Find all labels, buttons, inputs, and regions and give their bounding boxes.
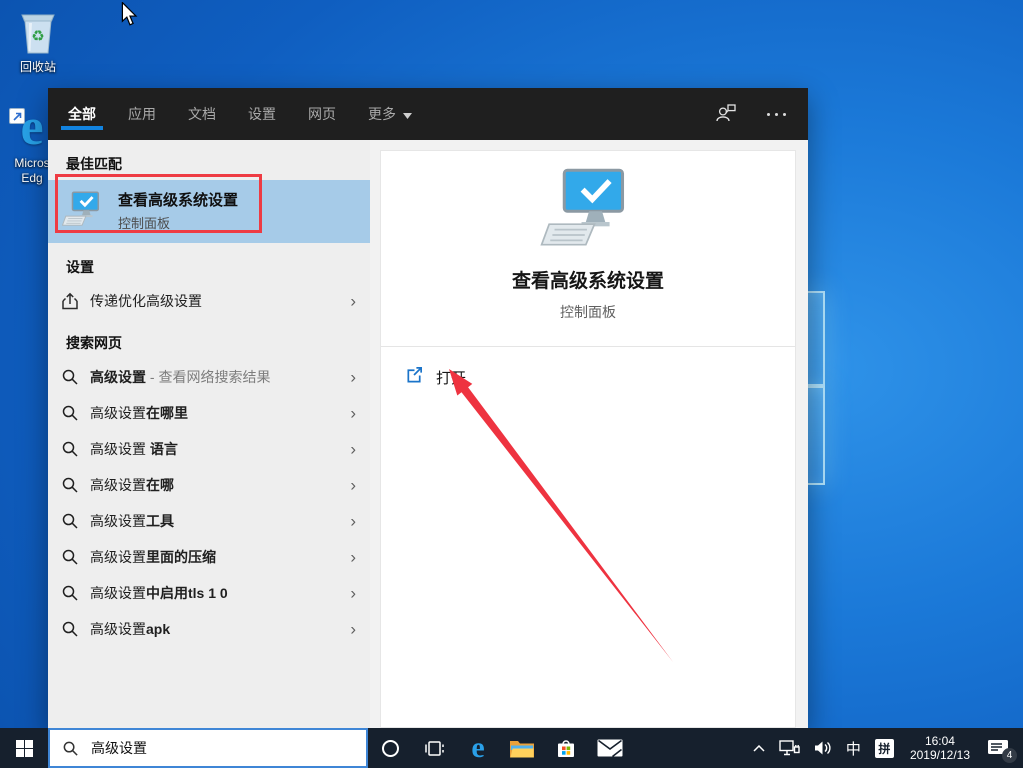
web-search-item[interactable]: 高级设置在哪里 › — [48, 395, 370, 431]
search-icon — [60, 476, 80, 494]
store-button[interactable] — [544, 728, 588, 768]
taskbar: e — [0, 728, 1023, 768]
search-icon — [60, 368, 80, 386]
wallpaper-window-pane — [806, 291, 825, 386]
store-icon — [555, 737, 577, 759]
chevron-right-icon[interactable]: › — [350, 513, 356, 530]
web-search-item[interactable]: 高级设置在哪 › — [48, 467, 370, 503]
search-icon — [60, 584, 80, 602]
ime-mode-indicator[interactable]: 中 — [839, 728, 868, 768]
settings-result-label: 传递优化高级设置 — [90, 291, 202, 311]
open-external-icon — [405, 365, 424, 389]
search-icon — [60, 620, 80, 638]
web-search-item[interactable]: 高级设置中启用tls 1 0 › — [48, 575, 370, 611]
search-input[interactable] — [89, 739, 343, 757]
system-settings-icon — [62, 190, 104, 233]
preview-subtitle: 控制面板 — [381, 302, 795, 322]
svg-text:♻: ♻ — [31, 28, 44, 45]
edge-taskbar-button[interactable]: e — [456, 728, 500, 768]
ime-layout-indicator[interactable]: 拼 — [868, 728, 901, 768]
search-icon — [60, 548, 80, 566]
chevron-right-icon[interactable]: › — [350, 477, 356, 494]
taskbar-search-box[interactable] — [48, 728, 368, 768]
best-match-header: 最佳匹配 — [48, 140, 370, 180]
best-match-subtitle: 控制面板 — [118, 213, 238, 232]
tab-more[interactable]: 更多 — [366, 88, 414, 140]
file-explorer-button[interactable] — [500, 728, 544, 768]
tray-show-hidden-icons[interactable] — [746, 728, 772, 768]
more-options-icon[interactable] — [763, 109, 790, 120]
search-icon — [60, 440, 80, 458]
edge-icon: e — [471, 733, 484, 763]
settings-section-header: 设置 — [48, 243, 370, 283]
chevron-right-icon[interactable]: › — [350, 549, 356, 566]
shortcut-arrow-icon — [9, 108, 25, 124]
open-action[interactable]: 打开 — [405, 365, 795, 389]
result-preview-pane: 查看高级系统设置 控制面板 打开 — [380, 150, 796, 728]
divider — [381, 346, 795, 347]
desktop-icon-recycle-bin[interactable]: ♻ 回收站 — [10, 4, 66, 75]
folder-icon — [509, 738, 535, 759]
tab-settings[interactable]: 设置 — [246, 88, 278, 140]
chevron-right-icon[interactable]: › — [350, 369, 356, 386]
search-icon — [60, 512, 80, 530]
tab-web[interactable]: 网页 — [306, 88, 338, 140]
web-search-item[interactable]: 高级设置 - 查看网络搜索结果 › — [48, 359, 370, 395]
cortana-button[interactable] — [368, 728, 412, 768]
account-icon[interactable] — [715, 102, 737, 127]
wallpaper-window-pane — [806, 386, 825, 485]
web-search-item[interactable]: 高级设置里面的压缩 › — [48, 539, 370, 575]
action-center-button[interactable]: 4 — [979, 728, 1023, 768]
preview-title: 查看高级系统设置 — [381, 266, 795, 293]
clock[interactable]: 16:04 2019/12/13 — [901, 728, 979, 768]
recycle-bin-icon: ♻ — [10, 4, 66, 60]
chevron-right-icon[interactable]: › — [350, 585, 356, 602]
recycle-bin-label: 回收站 — [10, 60, 66, 75]
start-button[interactable] — [0, 728, 48, 768]
tab-documents[interactable]: 文档 — [186, 88, 218, 140]
tab-apps[interactable]: 应用 — [126, 88, 158, 140]
network-icon[interactable] — [772, 728, 807, 768]
notification-count-badge: 4 — [1002, 748, 1017, 763]
chevron-right-icon[interactable]: › — [350, 621, 356, 638]
mail-button[interactable] — [588, 728, 632, 768]
chevron-down-icon — [403, 106, 412, 122]
search-results-list: 最佳匹配 查看高级系统设置 控制面板 设置 — [48, 140, 370, 728]
mail-icon — [597, 739, 623, 757]
task-view-button[interactable] — [412, 728, 456, 768]
best-match-title: 查看高级系统设置 — [118, 191, 238, 210]
tray-time: 16:04 — [925, 734, 955, 748]
web-search-section-header: 搜索网页 — [48, 319, 370, 359]
web-search-item[interactable]: 高级设置 语言 › — [48, 431, 370, 467]
web-search-item[interactable]: 高级设置工具 › — [48, 503, 370, 539]
best-match-result[interactable]: 查看高级系统设置 控制面板 — [48, 180, 370, 243]
chevron-right-icon[interactable]: › — [350, 293, 356, 310]
open-label: 打开 — [436, 367, 466, 388]
search-icon — [62, 740, 79, 757]
tab-all[interactable]: 全部 — [66, 88, 98, 140]
volume-icon[interactable] — [807, 728, 839, 768]
search-icon — [60, 404, 80, 422]
chevron-right-icon[interactable]: › — [350, 405, 356, 422]
chevron-right-icon[interactable]: › — [350, 441, 356, 458]
tray-date: 2019/12/13 — [910, 748, 970, 762]
search-filter-bar: 全部 应用 文档 设置 网页 更多 — [48, 88, 808, 140]
web-search-item[interactable]: 高级设置apk › — [48, 611, 370, 647]
screen: ♻ 回收站 e Micros Edg 全部 应用 文档 设置 网页 更多 — [0, 0, 1023, 768]
system-settings-large-icon — [540, 236, 636, 253]
search-flyout-panel: 全部 应用 文档 设置 网页 更多 — [48, 88, 808, 728]
delivery-optimization-icon — [60, 291, 80, 311]
settings-result-delivery-optimization[interactable]: 传递优化高级设置 › — [48, 283, 370, 319]
